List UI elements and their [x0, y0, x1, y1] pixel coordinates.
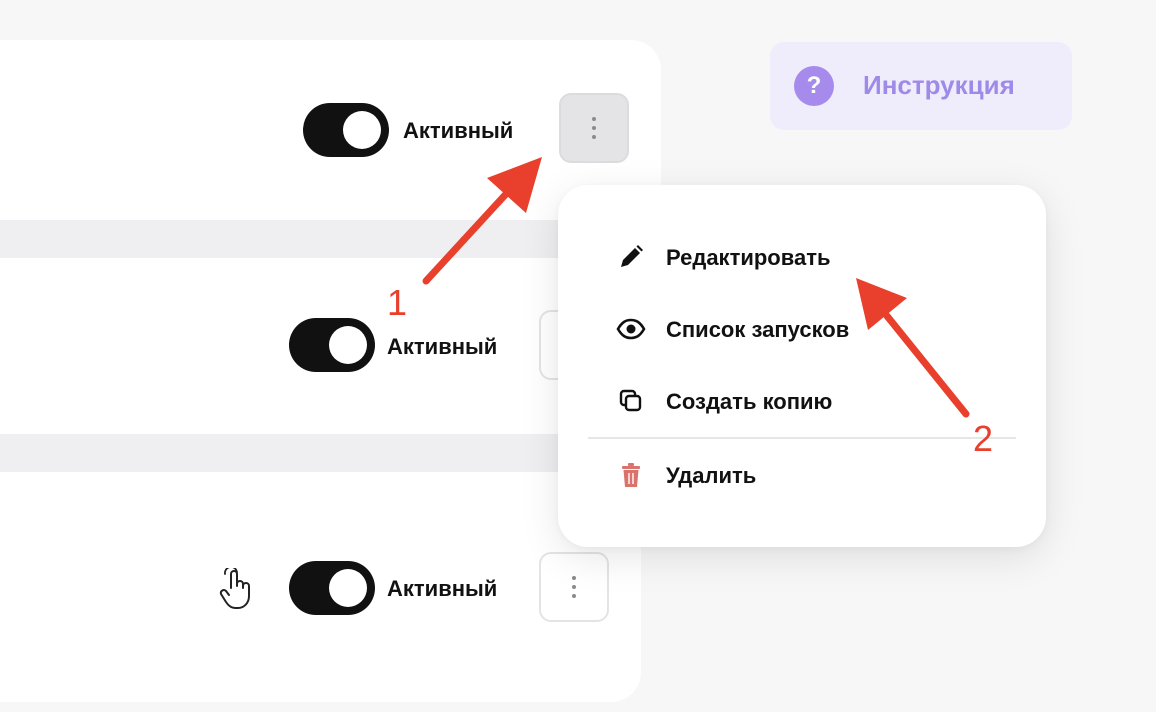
menu-item-label: Удалить	[666, 463, 757, 488]
more-vertical-icon	[592, 117, 596, 139]
card-gap-2	[0, 434, 640, 472]
menu-item-edit[interactable]: Редактировать	[616, 237, 996, 277]
status-toggle[interactable]	[289, 561, 375, 615]
more-vertical-icon	[572, 576, 576, 598]
question-icon: ?	[794, 66, 834, 106]
menu-item-label: Редактировать	[666, 245, 831, 270]
card-gap-1	[0, 220, 640, 258]
toggle-knob	[329, 569, 367, 607]
menu-item-label: Создать копию	[666, 389, 833, 414]
status-toggle[interactable]	[303, 103, 389, 157]
status-label: Активный	[387, 576, 498, 601]
pencil-icon	[621, 245, 643, 267]
menu-item-delete[interactable]: Удалить	[616, 455, 996, 495]
hand-pointer-icon	[219, 568, 250, 609]
annotation-step-1: 1	[387, 282, 408, 323]
menu-divider	[588, 437, 1016, 439]
status-toggle[interactable]	[289, 318, 375, 372]
copy-icon	[619, 389, 642, 412]
toggle-knob	[343, 111, 381, 149]
instruction-button[interactable]: ? Инструкция	[770, 42, 1072, 130]
status-label: Активный	[387, 334, 498, 359]
more-options-button[interactable]	[539, 552, 609, 622]
annotation-step-2: 2	[973, 418, 994, 459]
trash-icon	[622, 463, 640, 487]
menu-item-runs[interactable]: Список запусков	[616, 309, 996, 349]
menu-item-label: Список запусков	[666, 317, 850, 342]
menu-item-copy[interactable]: Создать копию	[616, 381, 996, 421]
toggle-knob	[329, 326, 367, 364]
context-menu: Редактировать Список запусков Создать ко…	[558, 185, 1046, 547]
more-options-button[interactable]	[559, 93, 629, 163]
eye-icon	[616, 318, 646, 340]
status-label: Активный	[403, 118, 514, 143]
instruction-label: Инструкция	[863, 70, 1015, 100]
